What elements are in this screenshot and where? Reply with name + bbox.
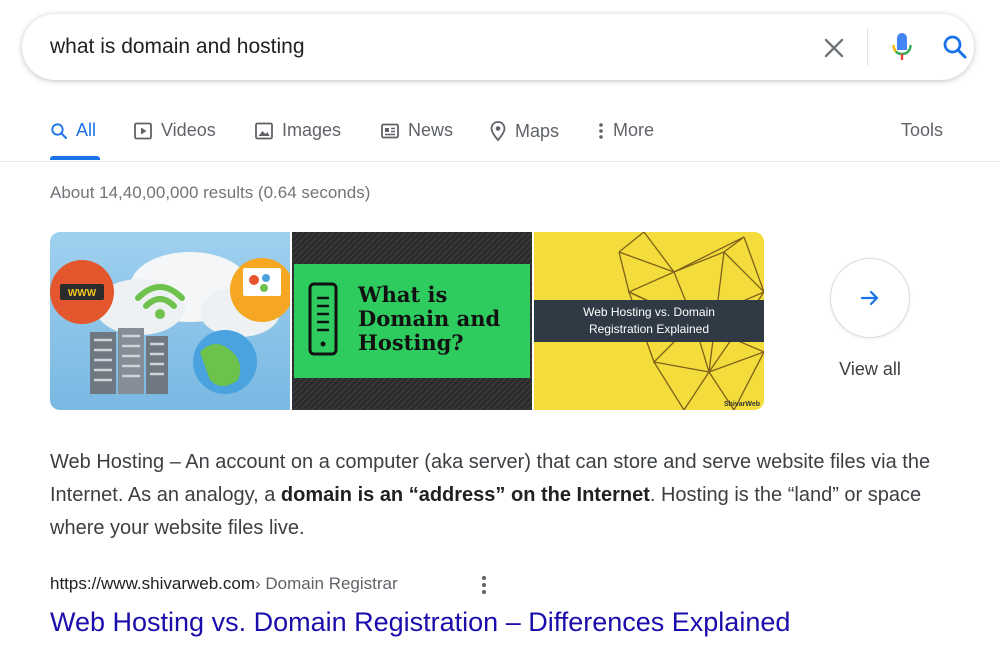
- search-submit-button[interactable]: [938, 30, 972, 64]
- hosting-illustration: WWW: [50, 252, 290, 394]
- microphone-icon: [892, 33, 912, 60]
- result-stats: About 14,40,00,000 results (0.64 seconds…: [50, 183, 371, 202]
- close-icon: [824, 38, 844, 58]
- snippet-highlight: domain is an “address” on the Internet: [280, 484, 650, 506]
- thumb3-watermark: ShivarWeb: [724, 401, 760, 408]
- tab-images[interactable]: Images: [254, 120, 341, 141]
- thumb2-line-3: Hosting?: [358, 330, 464, 355]
- view-all-images[interactable]: View all: [830, 258, 910, 380]
- map-pin-icon: [490, 121, 506, 142]
- www-badge: WWW: [68, 288, 97, 299]
- more-vert-icon: [482, 576, 486, 580]
- thumb2-line-2: Domain and: [358, 306, 500, 331]
- tab-news[interactable]: News: [380, 120, 453, 141]
- tab-tools[interactable]: Tools: [901, 120, 943, 141]
- tab-maps[interactable]: Maps: [489, 120, 559, 142]
- image-results-strip: WWW What is Domain and Hosting? Web Host…: [50, 232, 764, 410]
- tab-label: Maps: [515, 120, 560, 141]
- image-icon: [255, 122, 273, 139]
- clear-search-button[interactable]: [818, 32, 850, 64]
- search-divider: [867, 28, 868, 66]
- hosting-vs-domain-graphic: Web Hosting vs. Domain Registration Expl…: [534, 232, 764, 410]
- tab-label: Videos: [161, 120, 216, 140]
- view-all-label: View all: [839, 359, 901, 379]
- result-options-button[interactable]: [476, 574, 492, 596]
- tab-label: News: [408, 120, 454, 140]
- video-icon: [134, 122, 152, 139]
- news-icon: [381, 123, 399, 138]
- tabs-divider: [0, 161, 1000, 162]
- search-icon: [943, 35, 967, 59]
- tab-label: All: [76, 120, 97, 140]
- voice-search-button[interactable]: [886, 30, 918, 64]
- domain-hosting-graphic: What is Domain and Hosting?: [292, 232, 532, 410]
- result-citation: https://www.shivarweb.com › Domain Regis…: [50, 574, 398, 594]
- image-thumbnail-1[interactable]: WWW: [50, 232, 290, 410]
- search-input[interactable]: [50, 32, 770, 62]
- thumb3-line-2: Registration Explained: [589, 322, 709, 336]
- image-thumbnail-2[interactable]: What is Domain and Hosting?: [292, 232, 532, 410]
- tab-label: Images: [282, 120, 342, 140]
- tab-all[interactable]: All: [50, 120, 96, 141]
- image-thumbnail-3[interactable]: Web Hosting vs. Domain Registration Expl…: [534, 232, 764, 410]
- view-all-button[interactable]: [830, 258, 910, 338]
- tab-more[interactable]: More: [597, 120, 654, 141]
- result-url: https://www.shivarweb.com: [50, 574, 256, 593]
- more-vert-icon: [599, 122, 603, 139]
- tab-label: More: [613, 120, 655, 140]
- active-tab-indicator: [50, 156, 100, 160]
- thumb3-line-1: Web Hosting vs. Domain: [583, 305, 715, 319]
- arrow-right-icon: [860, 290, 879, 306]
- result-breadcrumb: › Domain Registrar: [255, 574, 398, 593]
- search-icon: [51, 122, 67, 139]
- search-bar: [22, 14, 974, 80]
- featured-snippet-text: Web Hosting – An account on a computer (…: [50, 446, 950, 545]
- search-tabs: All Videos Images News Maps More Tools: [0, 112, 1000, 162]
- tab-videos[interactable]: Videos: [133, 120, 216, 141]
- tab-label: Tools: [901, 120, 944, 140]
- result-title-link[interactable]: Web Hosting vs. Domain Registration – Di…: [50, 607, 790, 638]
- thumb2-line-1: What is: [357, 282, 447, 307]
